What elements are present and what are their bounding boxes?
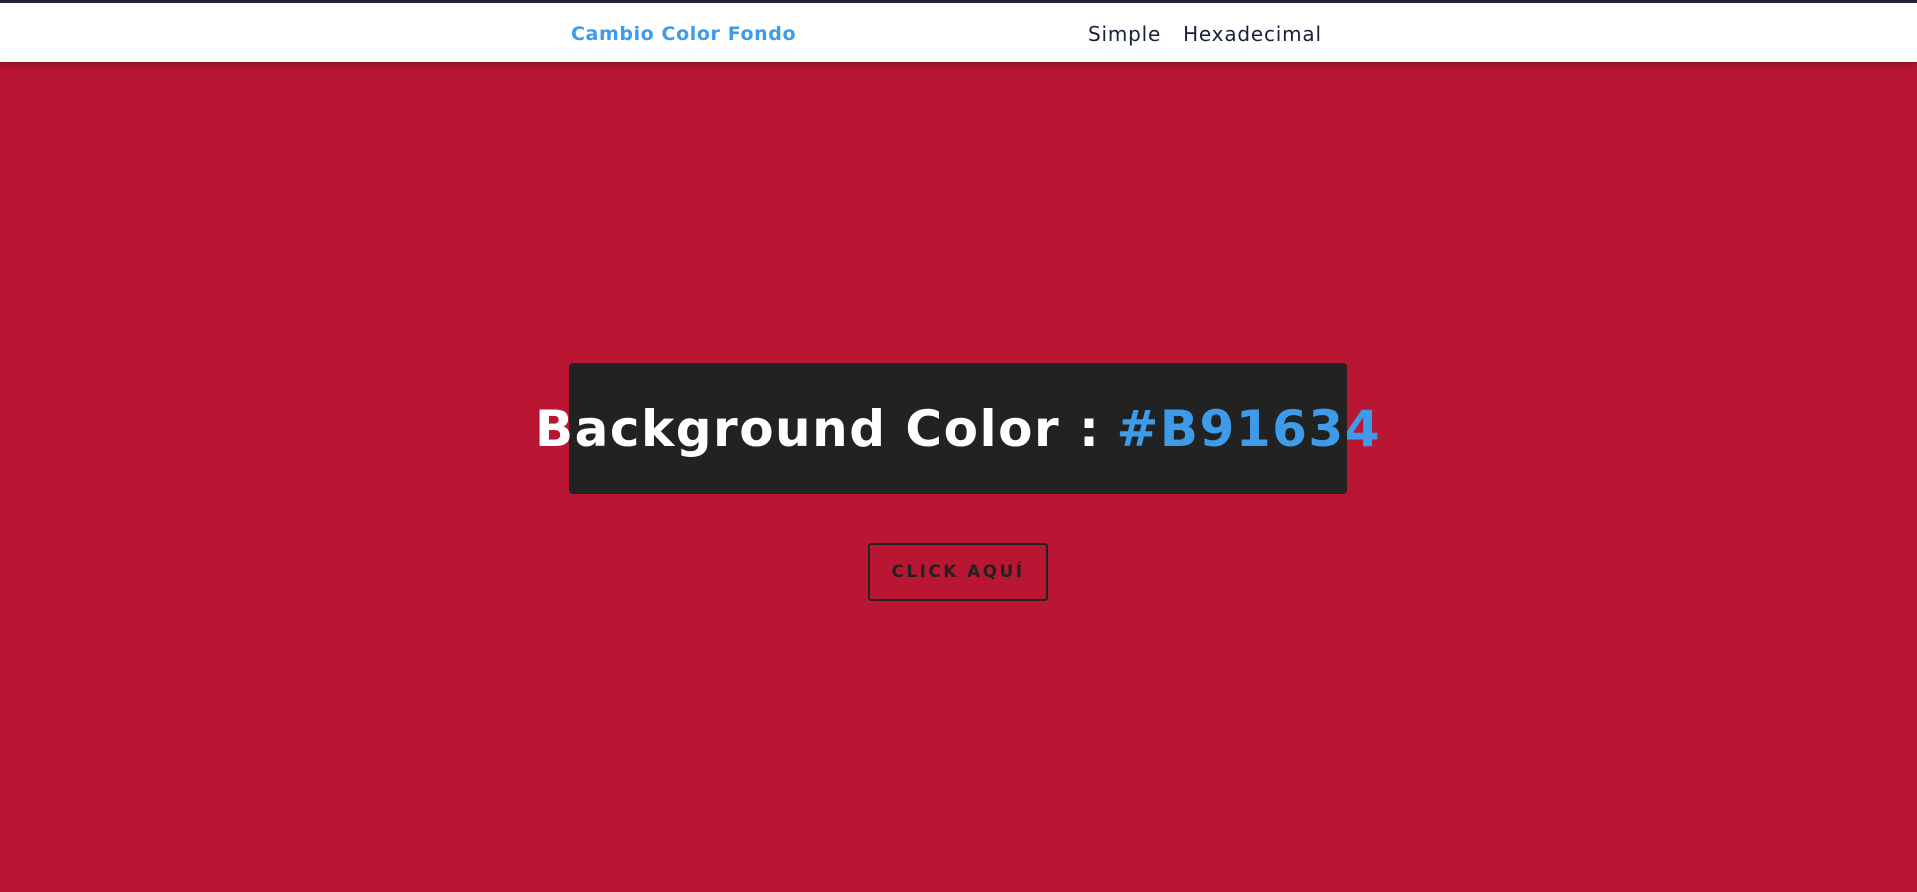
nav-links: Simple Hexadecimal [1088,22,1322,46]
color-display-box: Background Color : #B91634 [535,363,1379,494]
nav-link-hexadecimal[interactable]: Hexadecimal [1183,22,1322,46]
navbar: Cambio Color Fondo Simple Hexadecimal [0,0,1917,62]
color-value: #B91634 [1116,399,1381,458]
brand-link[interactable]: Cambio Color Fondo [571,23,796,45]
color-label: Background Color : [535,399,1101,458]
change-color-button[interactable]: CLICK AQUÍ [868,543,1048,601]
nav-link-simple[interactable]: Simple [1088,22,1161,46]
